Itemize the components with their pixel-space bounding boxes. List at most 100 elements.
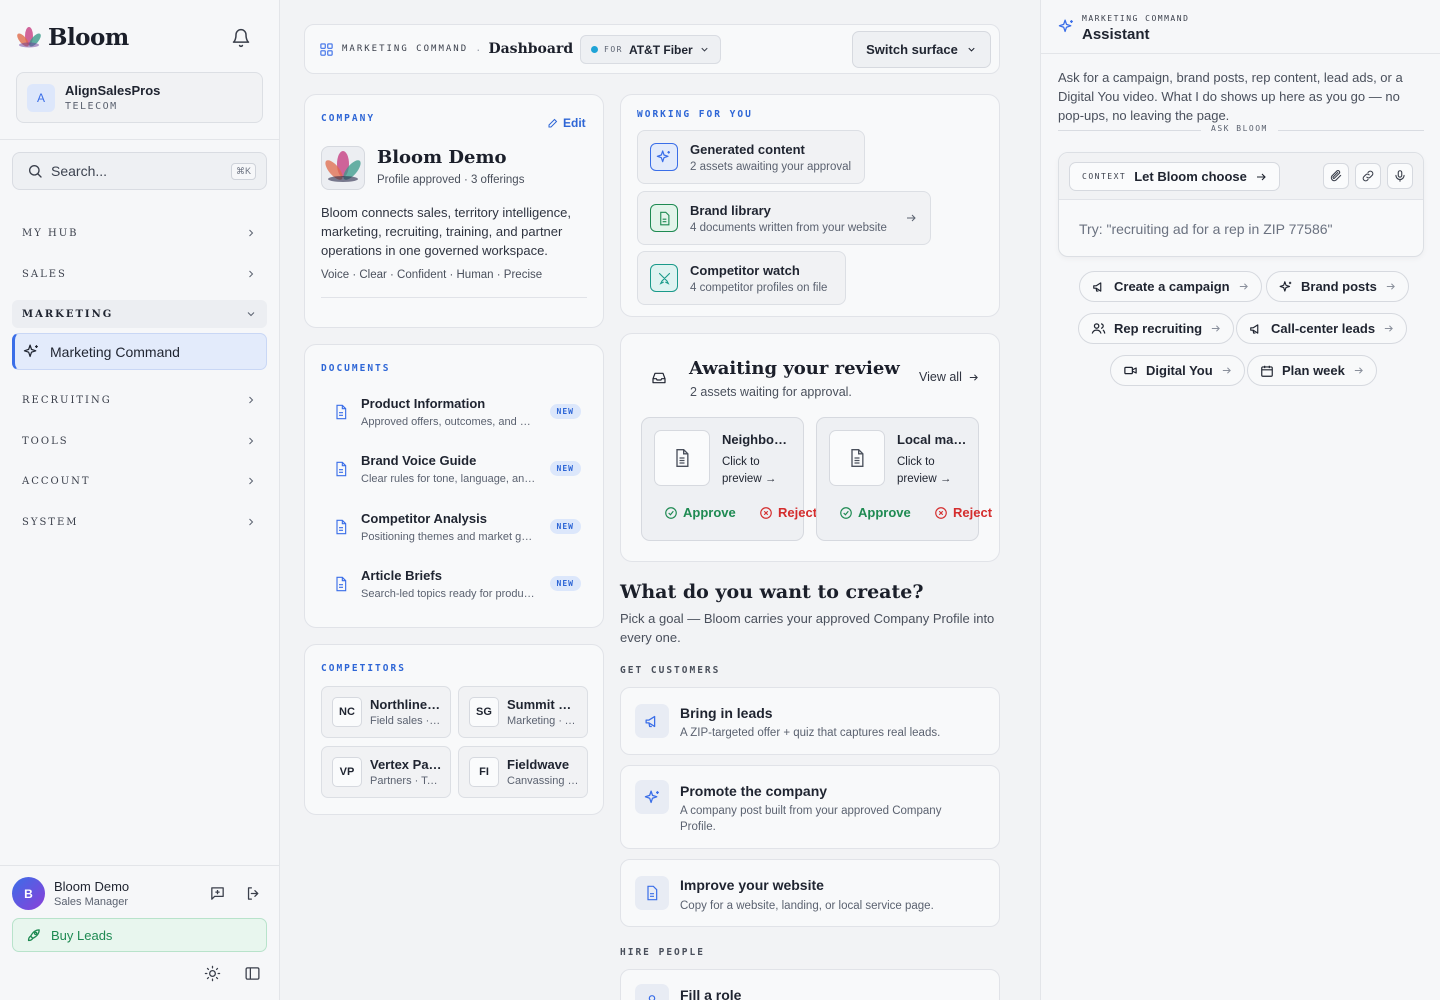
approve-label: Approve [683, 505, 736, 520]
nav-marketing[interactable]: MARKETING [12, 300, 267, 328]
arrow-right-icon [1222, 367, 1231, 374]
assistant-prompt-input[interactable]: Try: "recruiting ad for a rep in ZIP 775… [1079, 221, 1333, 237]
generated-content-item[interactable]: Generated content 2 assets awaiting your … [637, 130, 865, 184]
new-badge: NEW [549, 576, 581, 591]
search-input[interactable]: Search... ⌘K [12, 152, 267, 190]
reject-button[interactable]: Reject [759, 505, 817, 520]
divider [0, 139, 279, 140]
review-asset[interactable]: Neighborhood Click to preview → Approve … [641, 417, 817, 541]
asset-thumbnail [654, 430, 710, 486]
view-all-link[interactable]: View all [919, 370, 979, 384]
chip-digital-you[interactable]: Digital You [1110, 355, 1245, 386]
document-item[interactable]: Competitor Analysis Positioning themes an… [333, 511, 581, 543]
nav-label: MY HUB [22, 227, 79, 239]
switch-surface-button[interactable]: Switch surface [852, 31, 991, 68]
competitor-watch-item[interactable]: Competitor watch 4 competitor profiles on… [637, 251, 846, 305]
context-selector[interactable]: CONTEXT Let Bloom choose [1069, 162, 1280, 191]
reject-button[interactable]: Reject [934, 505, 992, 520]
user-role: Sales Manager [54, 896, 128, 908]
users-icon [1091, 323, 1106, 334]
ask-composer: CONTEXT Let Bloom choose Try: "recruitin… [1058, 152, 1424, 257]
sparkles-icon [644, 789, 659, 803]
improve-website-action[interactable]: Improve your website Copy for a website,… [620, 859, 1000, 927]
competitors-label: COMPETITORS [321, 663, 406, 674]
edit-button[interactable]: Edit [547, 116, 586, 130]
competitor-item[interactable]: NC Northline Communications Field sales ·… [321, 686, 451, 738]
asset-preview-link[interactable]: Click to preview → [897, 454, 969, 488]
chip-plan-week[interactable]: Plan week [1247, 355, 1377, 386]
theme-toggle[interactable] [204, 965, 221, 982]
competitor-abbr: NC [332, 697, 362, 727]
document-desc: Search-led topics ready for production [361, 588, 536, 600]
nav-recruiting[interactable]: RECRUITING [12, 386, 267, 414]
document-desc: Positioning themes and market gaps [361, 531, 536, 543]
approve-button[interactable]: Approve [664, 505, 736, 520]
for-selector[interactable]: FOR AT&T Fiber [580, 35, 721, 64]
action-title: Promote the company [680, 783, 828, 799]
review-asset[interactable]: Local market Click to preview → Approve … [816, 417, 992, 541]
document-item[interactable]: Article Briefs Search-led topics ready fo… [333, 568, 581, 600]
competitor-item[interactable]: FI Fieldwave Canvassing · Door-to-door [458, 746, 588, 798]
document-icon [647, 885, 658, 901]
action-title: Fill a role [680, 987, 742, 1000]
nav-marketing-command[interactable]: Marketing Command [12, 333, 267, 370]
chip-brand-posts[interactable]: Brand posts [1266, 271, 1409, 302]
asset-thumbnail [829, 430, 885, 486]
link-icon [1362, 170, 1374, 182]
nav-my-hub[interactable]: MY HUB [12, 219, 267, 247]
org-switcher[interactable]: A AlignSalesPros TELECOM [16, 72, 263, 123]
competitor-name: Fieldwave [507, 757, 570, 772]
chip-label: Create a campaign [1114, 279, 1230, 294]
working-label: WORKING FOR YOU [637, 109, 753, 120]
nav-label: RECRUITING [22, 394, 112, 406]
brand-library-item[interactable]: Brand library 4 documents written from yo… [637, 191, 931, 245]
document-desc: Approved offers, outcomes, and proof poi… [361, 416, 536, 428]
bring-in-leads-action[interactable]: Bring in leads A ZIP-targeted offer + qu… [620, 687, 1000, 755]
buy-leads-label: Buy Leads [51, 927, 113, 943]
breadcrumb: MARKETING COMMAND · Dashboard [319, 41, 573, 57]
nav-tools[interactable]: TOOLS [12, 427, 267, 455]
fill-role-action[interactable]: Fill a role [620, 969, 1000, 1000]
reject-label: Reject [953, 505, 993, 520]
logout-button[interactable] [245, 885, 262, 902]
nav-system[interactable]: SYSTEM [12, 508, 267, 536]
link-button[interactable] [1355, 163, 1381, 189]
org-segment: TELECOM [65, 101, 118, 112]
approve-button[interactable]: Approve [839, 505, 911, 520]
arrow-right-icon [1354, 367, 1363, 374]
competitors-card: COMPETITORS NC Northline Communications F… [304, 644, 604, 815]
feedback-button[interactable] [209, 885, 226, 902]
microphone-button[interactable] [1387, 163, 1413, 189]
document-item[interactable]: Brand Voice Guide Clear rules for tone, l… [333, 453, 581, 485]
competitor-item[interactable]: SG Summit Group Marketing · Agency [458, 686, 588, 738]
chip-call-center-leads[interactable]: Call-center leads [1236, 313, 1408, 344]
buy-leads-button[interactable]: Buy Leads [12, 918, 267, 952]
create-title: What do you want to create? [620, 581, 924, 603]
collapse-sidebar-button[interactable] [244, 965, 261, 982]
competitor-item[interactable]: VP Vertex Partners Partners · Telecom [321, 746, 451, 798]
status-dot [591, 46, 598, 53]
asset-preview-link[interactable]: Click to preview → [722, 454, 794, 488]
review-card: Awaiting your review 2 assets waiting fo… [620, 333, 1000, 562]
arrow-right-icon [969, 373, 978, 381]
divider [321, 297, 587, 298]
attach-button[interactable] [1323, 163, 1349, 189]
notifications-button[interactable] [231, 28, 251, 48]
document-title: Competitor Analysis [361, 511, 487, 526]
document-icon [336, 461, 347, 477]
icon-box [650, 204, 678, 232]
item-title: Competitor watch [690, 262, 800, 278]
document-item[interactable]: Product Information Approved offers, outc… [333, 396, 581, 428]
nav-sales[interactable]: SALES [12, 260, 267, 288]
user-profile[interactable]: B Bloom Demo Sales Manager [12, 877, 129, 910]
chip-create-campaign[interactable]: Create a campaign [1079, 271, 1262, 302]
assistant-panel: MARKETING COMMAND Assistant Ask for a ca… [1040, 0, 1440, 1000]
nav-account[interactable]: ACCOUNT [12, 467, 267, 495]
chip-rep-recruiting[interactable]: Rep recruiting [1078, 313, 1235, 344]
search-shortcut: ⌘K [230, 163, 256, 180]
brand-logo[interactable]: Bloom [16, 24, 129, 51]
competitor-desc: Partners · Telecom [370, 775, 442, 787]
icon-box [635, 876, 669, 910]
company-voice: Voice · Clear · Confident · Human · Prec… [321, 269, 543, 281]
promote-company-action[interactable]: Promote the company A company post built… [620, 765, 1000, 849]
